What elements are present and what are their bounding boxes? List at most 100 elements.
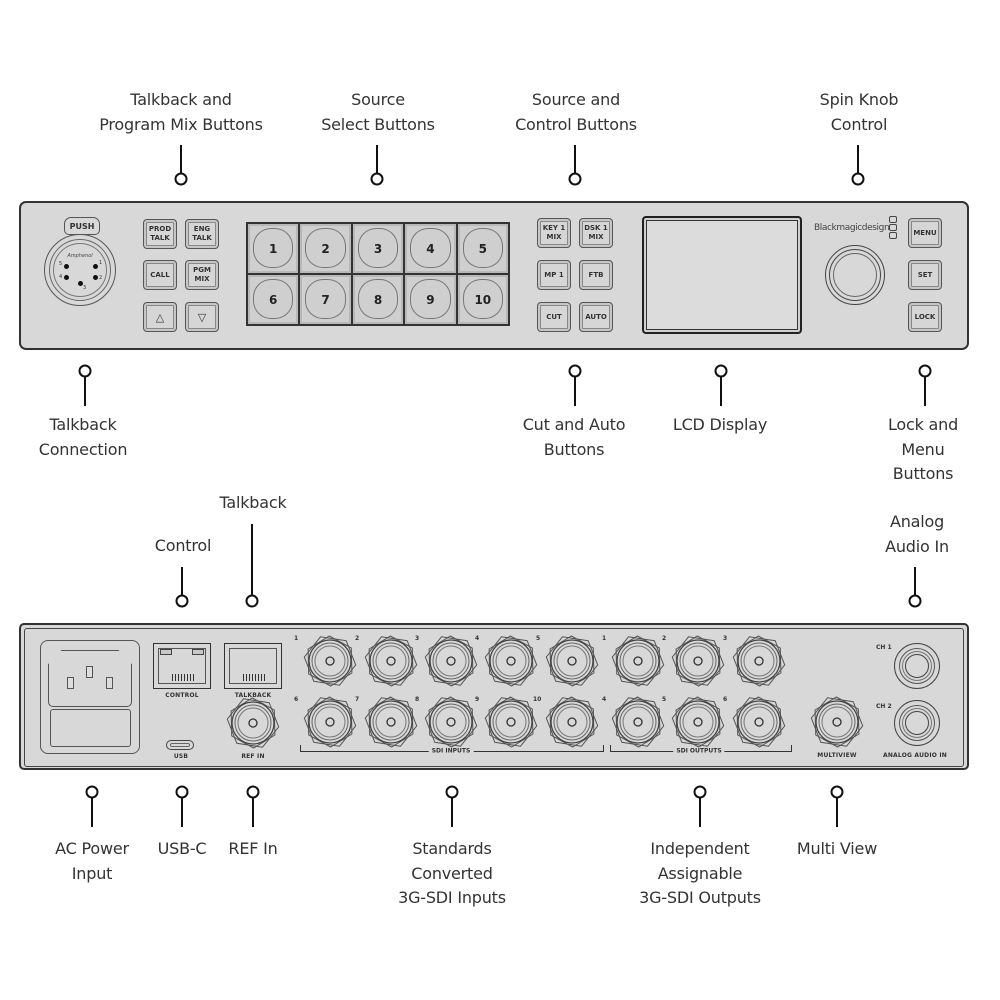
sdi-inputs-label: SDI INPUTS (428, 747, 474, 755)
ref-in-bnc[interactable] (225, 695, 281, 751)
source-button-10[interactable]: 10 (457, 275, 508, 324)
sdi-output-1[interactable] (610, 633, 666, 689)
auto-button[interactable]: AUTO (579, 302, 613, 332)
callout-label: REF In (228, 839, 278, 858)
connector-number: 7 (355, 696, 360, 703)
connector-number: 4 (475, 635, 480, 642)
sdi-input-10[interactable] (544, 694, 600, 750)
leader-line (836, 797, 838, 827)
source-button-2[interactable]: 2 (300, 224, 351, 273)
ac-power-inlet (40, 640, 140, 754)
sdi-input-5[interactable] (544, 633, 600, 689)
sdi-output-5[interactable] (670, 694, 726, 750)
led-indicator (889, 224, 897, 231)
callout-label: Cut and Auto Buttons (522, 415, 626, 459)
push-tab[interactable]: PUSH (64, 217, 100, 235)
dsk1-mix-button[interactable]: DSK 1 MIX (579, 218, 613, 248)
prod-talk-button[interactable]: PROD TALK (143, 219, 177, 249)
pin-number: 1 (99, 260, 103, 266)
leader-line (91, 797, 93, 827)
ch2-label: CH 2 (876, 703, 892, 710)
connector-number: 1 (602, 635, 607, 642)
sdi-input-6[interactable] (302, 694, 358, 750)
xlr-pin (93, 264, 98, 269)
xlr-pin (64, 264, 69, 269)
ftb-button[interactable]: FTB (579, 260, 613, 290)
leader-line (181, 567, 183, 596)
lcd-display (642, 216, 802, 334)
brand-logo: Blackmagicdesign (814, 223, 890, 233)
source-button-3[interactable]: 3 (352, 224, 404, 273)
down-button[interactable]: ▽ (185, 302, 219, 332)
control-ethernet-port[interactable] (153, 643, 211, 689)
callout-label: Analog Audio In (885, 512, 949, 556)
leader-dot (175, 594, 189, 608)
leader-line (699, 797, 701, 827)
callout-label: USB-C (157, 839, 207, 858)
leader-line (252, 797, 254, 827)
source-button-5[interactable]: 5 (457, 224, 508, 273)
sdi-input-8[interactable] (423, 694, 479, 750)
pgm-mix-button[interactable]: PGM MIX (185, 260, 219, 290)
sdi-input-2[interactable] (363, 633, 419, 689)
mp1-button[interactable]: MP 1 (537, 260, 571, 290)
xlr-pin (64, 275, 69, 280)
connector-number: 5 (662, 696, 667, 703)
source-button-8[interactable]: 8 (352, 275, 404, 324)
pin-number: 2 (99, 275, 103, 281)
multiview-bnc[interactable] (809, 694, 865, 750)
call-button[interactable]: CALL (143, 260, 177, 290)
sdi-output-6[interactable] (731, 694, 787, 750)
analog-audio-ch2-jack[interactable] (894, 700, 940, 746)
analog-audio-ch1-jack[interactable] (894, 643, 940, 689)
leader-line (924, 376, 926, 406)
source-button-1[interactable]: 1 (248, 224, 299, 273)
ref-in-port-label: REF IN (241, 753, 265, 760)
callout-label: LCD Display (672, 415, 768, 434)
key1-mix-button[interactable]: KEY 1 MIX (537, 218, 571, 248)
spin-knob[interactable] (825, 245, 885, 305)
leader-dot (851, 172, 865, 186)
cut-button[interactable]: CUT (537, 302, 571, 332)
source-button-7[interactable]: 7 (300, 275, 351, 324)
status-leds (889, 216, 897, 240)
leader-line (376, 145, 378, 175)
sdi-input-3[interactable] (423, 633, 479, 689)
sdi-input-9[interactable] (483, 694, 539, 750)
connector-number: 2 (355, 635, 360, 642)
source-button-9[interactable]: 9 (405, 275, 456, 324)
source-button-4[interactable]: 4 (405, 224, 456, 273)
pin-number: 3 (83, 285, 87, 291)
leader-line (574, 145, 576, 175)
talkback-ethernet-port[interactable] (224, 643, 282, 689)
sdi-input-7[interactable] (363, 694, 419, 750)
sdi-input-4[interactable] (483, 633, 539, 689)
callout-label: Source Select Buttons (321, 90, 435, 134)
lock-button[interactable]: LOCK (908, 302, 942, 332)
sdi-output-2[interactable] (670, 633, 726, 689)
leader-line (181, 797, 183, 827)
sdi-input-1[interactable] (302, 633, 358, 689)
ch1-label: CH 1 (876, 644, 892, 651)
callout-label: Standards Converted 3G-SDI Inputs (398, 839, 506, 907)
leader-line (720, 376, 722, 406)
usb-c-port[interactable] (166, 740, 194, 750)
sdi-output-4[interactable] (610, 694, 666, 750)
source-button-6[interactable]: 6 (248, 275, 299, 324)
connector-number: 4 (602, 696, 607, 703)
triangle-down-icon: ▽ (197, 310, 207, 324)
led-indicator (889, 216, 897, 223)
connector-number: 9 (475, 696, 480, 703)
menu-button[interactable]: MENU (908, 218, 942, 248)
leader-line (914, 567, 916, 596)
callout-label: Independent Assignable 3G-SDI Outputs (639, 839, 761, 907)
sdi-output-3[interactable] (731, 633, 787, 689)
connector-number: 6 (294, 696, 299, 703)
up-button[interactable]: △ (143, 302, 177, 332)
eng-talk-button[interactable]: ENG TALK (185, 219, 219, 249)
leader-dot (568, 172, 582, 186)
callout-label: Talkback and Program Mix Buttons (99, 90, 263, 134)
analog-audio-in-label: ANALOG AUDIO IN (882, 752, 948, 759)
set-button[interactable]: SET (908, 260, 942, 290)
pin-number: 5 (59, 261, 63, 267)
